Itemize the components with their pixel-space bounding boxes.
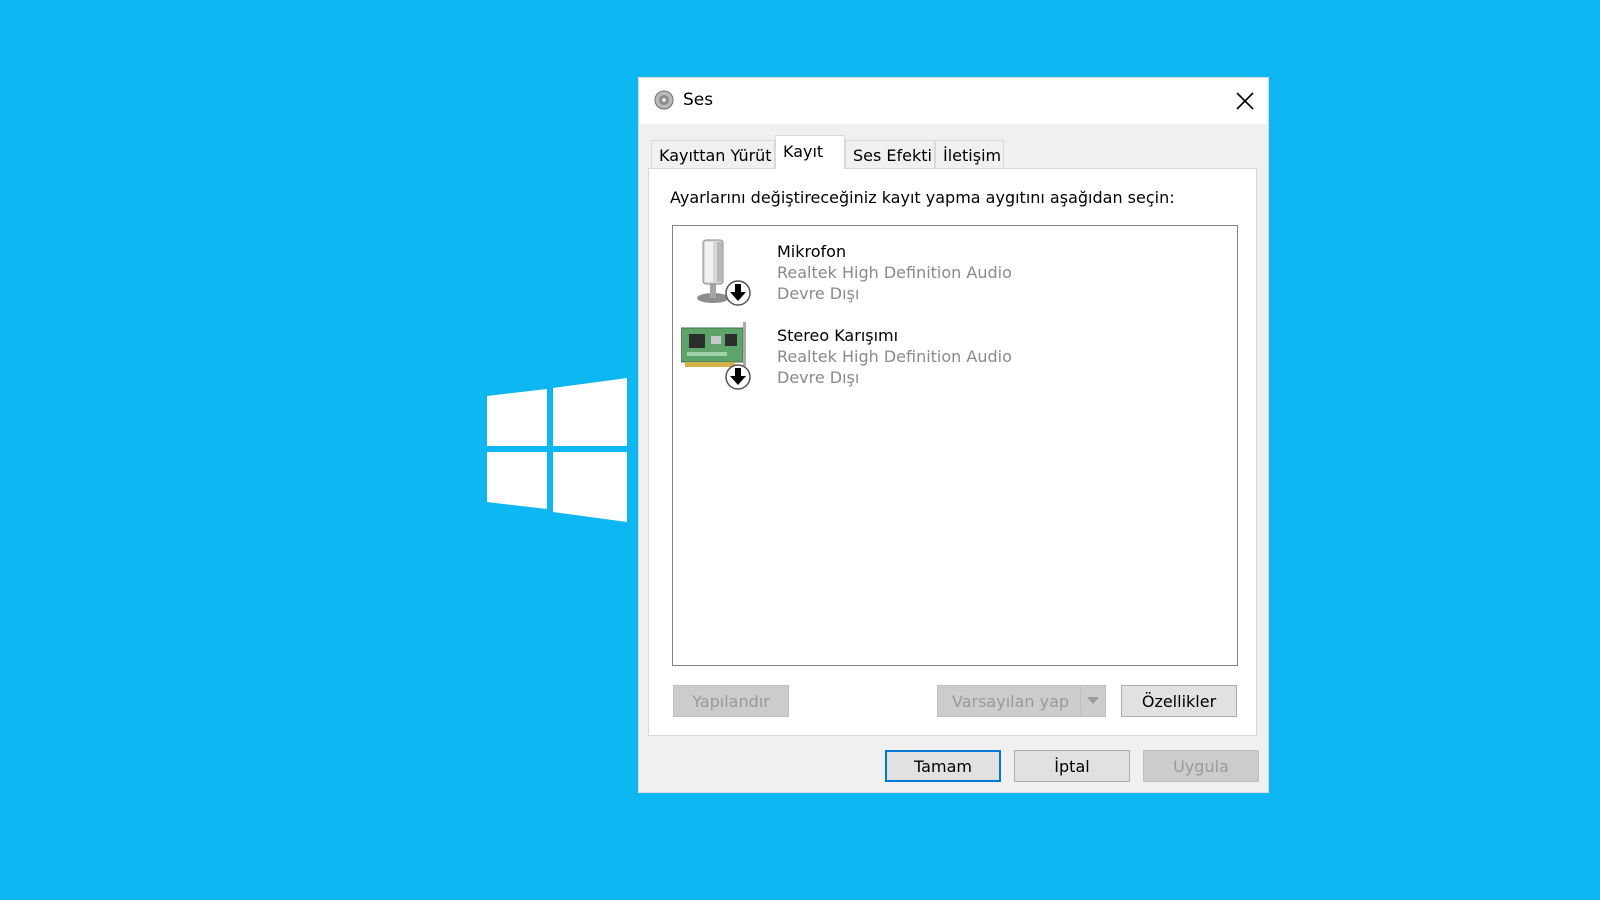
speaker-icon <box>654 90 674 110</box>
device-driver: Realtek High Definition Audio <box>777 347 1012 366</box>
device-name: Stereo Karışımı <box>777 326 899 345</box>
tab-playback[interactable]: Kayıttan Yürüt <box>651 140 775 168</box>
list-item[interactable]: Stereo Karışımı Realtek High Definition … <box>673 310 1237 390</box>
device-driver: Realtek High Definition Audio <box>777 263 1012 282</box>
tab-recording[interactable]: Kayıt <box>775 135 845 169</box>
set-default-label: Varsayılan yap <box>952 691 1070 711</box>
set-default-button[interactable]: Varsayılan yap <box>937 685 1106 717</box>
device-name: Mikrofon <box>777 242 847 261</box>
tab-sound-effects[interactable]: Ses Efekti <box>845 140 935 168</box>
dialog-title: Ses <box>683 90 714 110</box>
apply-button[interactable]: Uygula <box>1143 750 1259 782</box>
device-status: Devre Dışı <box>777 368 860 387</box>
properties-button[interactable]: Özellikler <box>1121 685 1237 717</box>
close-icon <box>1236 92 1254 110</box>
device-status: Devre Dışı <box>777 284 860 303</box>
chevron-down-icon <box>1087 697 1099 704</box>
ok-button[interactable]: Tamam <box>885 750 1001 782</box>
recording-panel: Ayarlarını değiştireceğiniz kayıt yapma … <box>648 168 1257 736</box>
list-item[interactable]: Mikrofon Realtek High Definition Audio D… <box>673 226 1237 306</box>
instruction-text: Ayarlarını değiştireceğiniz kayıt yapma … <box>670 188 1175 207</box>
set-default-dropdown[interactable] <box>1080 686 1105 716</box>
cancel-button[interactable]: İptal <box>1014 750 1130 782</box>
sound-dialog: Ses Kayıttan Yürüt Kayıt Ses Efekti İlet… <box>638 77 1269 793</box>
tab-communications[interactable]: İletişim <box>935 140 1004 168</box>
sound-card-icon <box>681 322 751 390</box>
device-list[interactable]: Mikrofon Realtek High Definition Audio D… <box>672 225 1238 666</box>
microphone-icon <box>697 239 751 306</box>
close-button[interactable] <box>1222 78 1268 124</box>
title-bar[interactable]: Ses <box>639 78 1268 124</box>
windows-logo-icon <box>487 378 627 522</box>
configure-button[interactable]: Yapılandır <box>673 685 789 717</box>
